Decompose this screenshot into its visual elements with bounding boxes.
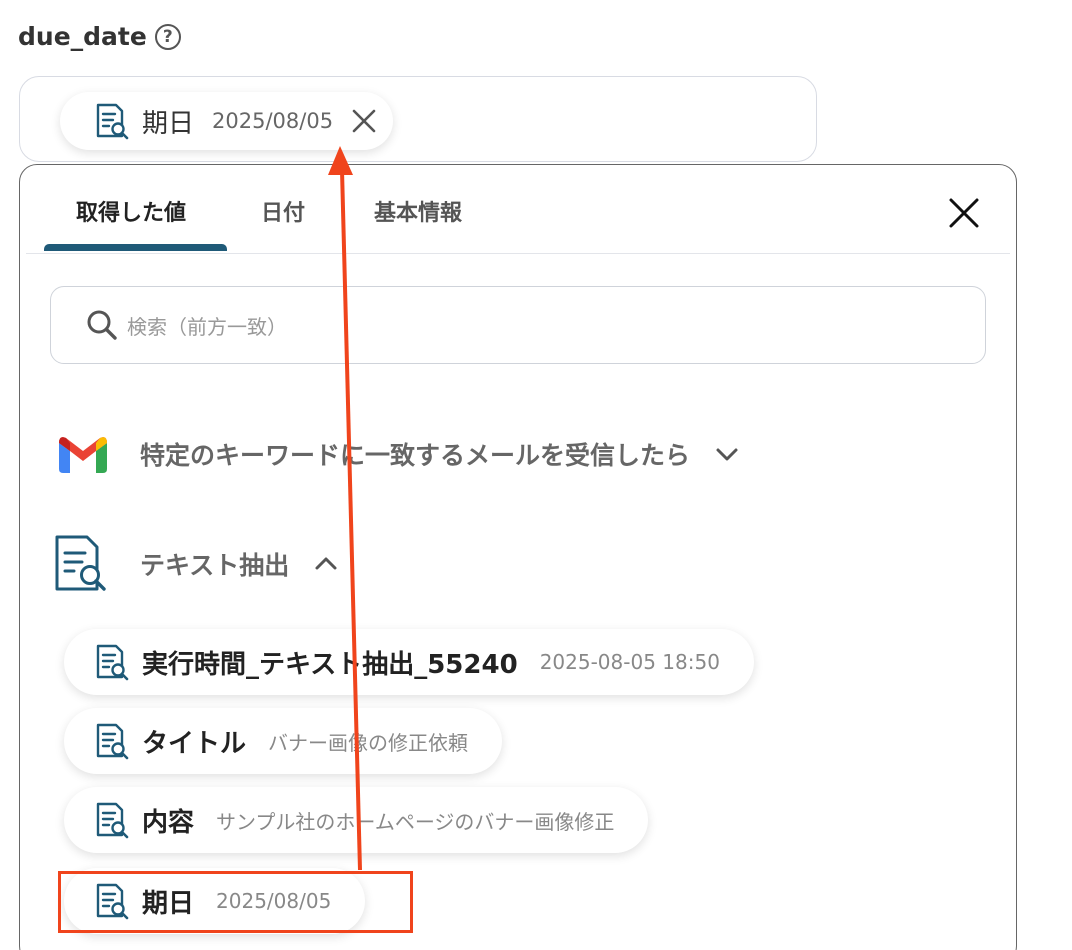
chip-value: 2025/08/05 [212, 109, 334, 133]
text-extraction-section[interactable]: テキスト抽出 [52, 533, 339, 595]
item-key: タイトル [142, 728, 247, 759]
list-item[interactable]: 実行時間_テキスト抽出_55240 2025-08-05 18:50 [64, 629, 754, 695]
tab-acquired-values[interactable]: 取得した値 [76, 195, 186, 227]
search-input[interactable]: 検索（前方一致） [50, 286, 986, 364]
selected-variable-chip[interactable]: 期日 2025/08/05 [60, 92, 394, 150]
chip-key: 期日 [142, 108, 195, 139]
list-item[interactable]: タイトル バナー画像の修正依頼 [64, 708, 503, 774]
field-name: due_date [18, 22, 147, 51]
field-label: due_date ? [18, 22, 181, 51]
tab-date[interactable]: 日付 [261, 195, 305, 227]
item-value: 2025-08-05 18:50 [539, 650, 720, 674]
active-tab-indicator [44, 244, 227, 251]
document-search-icon [96, 723, 129, 760]
tab-bar: 取得した値 日付 基本情報 [26, 165, 1010, 254]
gmail-section-title: 特定のキーワードに一致するメールを受信したら [140, 441, 691, 470]
document-search-icon [96, 644, 129, 681]
document-search-icon [55, 535, 106, 591]
close-icon[interactable] [946, 195, 982, 231]
item-key: 内容 [142, 807, 195, 838]
text-extraction-title: テキスト抽出 [140, 551, 290, 580]
highlight-box [58, 871, 413, 933]
remove-chip-icon[interactable] [351, 108, 377, 134]
search-icon [87, 310, 117, 340]
variable-picker-screen: due_date ? 期日 2025/08/05 取得した値 日付 基本情報 検… [0, 0, 1072, 950]
due-date-field[interactable]: 期日 2025/08/05 [19, 76, 817, 162]
chevron-up-icon[interactable] [313, 551, 339, 577]
help-icon[interactable]: ? [154, 23, 181, 50]
list-item[interactable]: 内容 サンプル社のホームページのバナー画像修正 [64, 787, 649, 853]
chevron-down-icon[interactable] [714, 441, 740, 467]
tab-basic-info[interactable]: 基本情報 [374, 195, 462, 227]
search-placeholder: 検索（前方一致） [127, 314, 287, 339]
document-search-icon [96, 802, 129, 839]
item-value: バナー画像の修正依頼 [268, 730, 469, 755]
item-key: 実行時間_テキスト抽出_55240 [142, 649, 518, 680]
gmail-trigger-section[interactable]: 特定のキーワードに一致するメールを受信したら [56, 433, 740, 475]
gmail-icon [59, 437, 107, 473]
document-search-icon [96, 103, 129, 140]
item-value: サンプル社のホームページのバナー画像修正 [216, 809, 615, 834]
